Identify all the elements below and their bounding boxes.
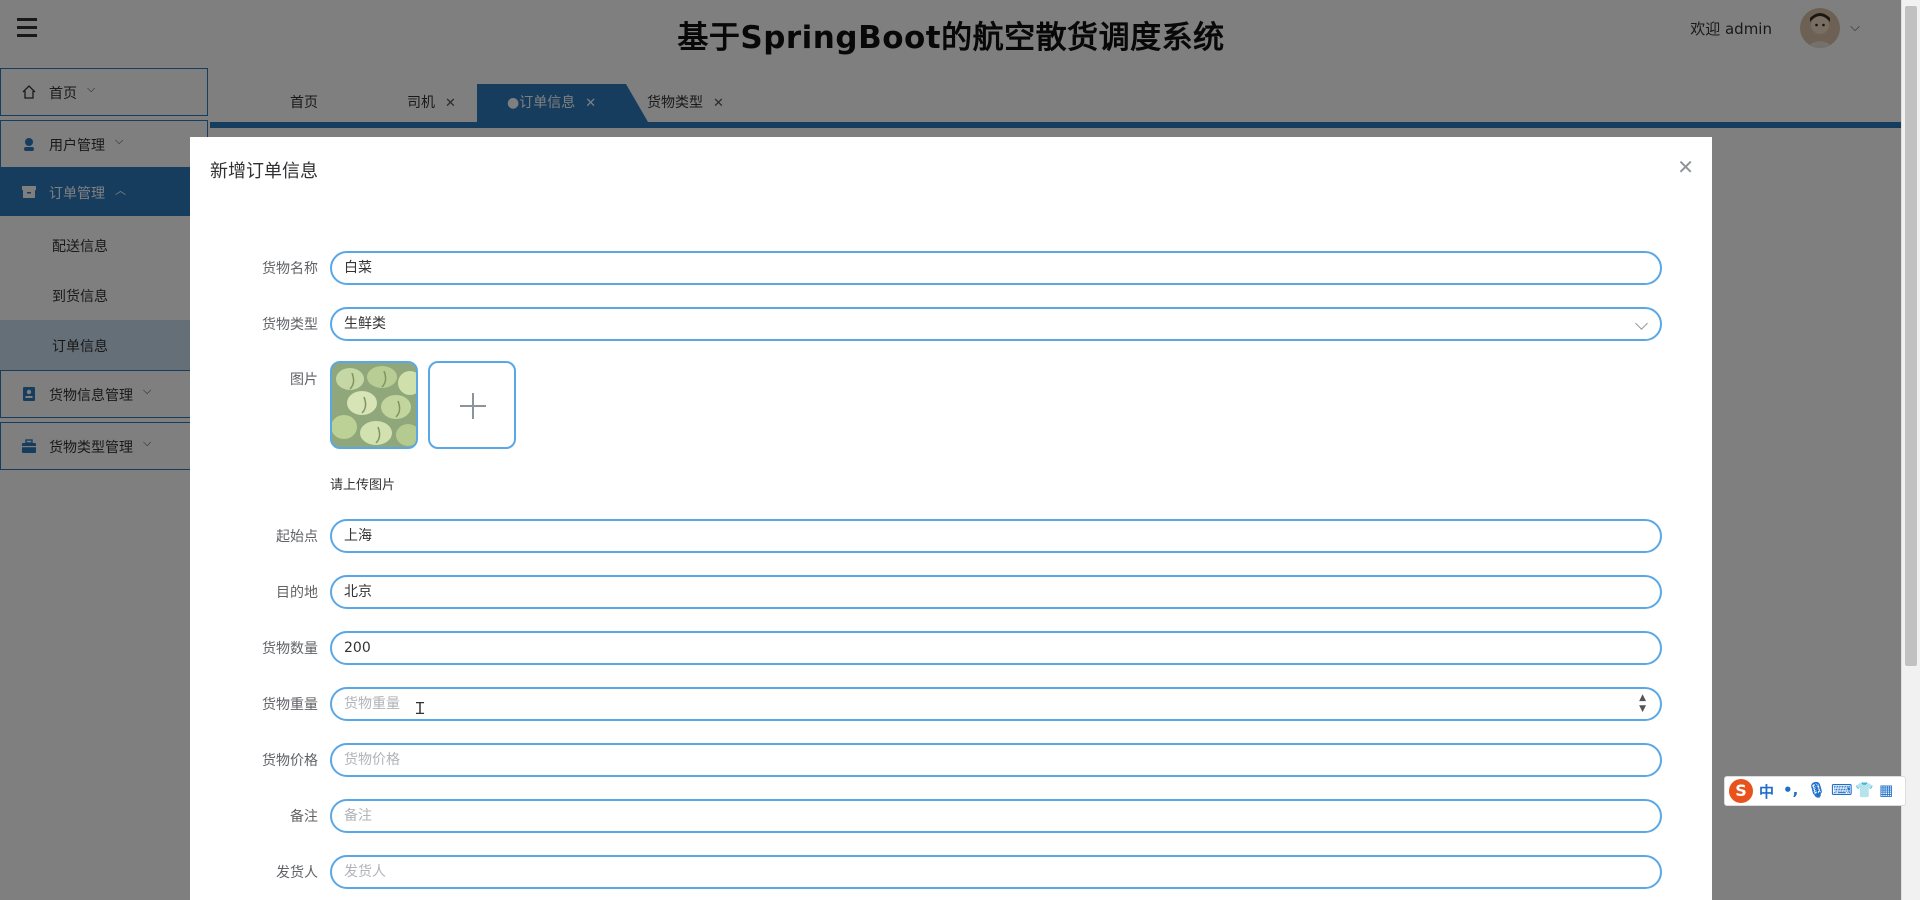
input-value: 上海 (344, 528, 372, 544)
sogou-logo-icon: S (1729, 779, 1753, 803)
sender-label: 发货人 (276, 865, 318, 881)
keyboard-icon[interactable]: ⌨ (1831, 781, 1853, 799)
input-placeholder: 货物价格 (344, 752, 400, 768)
plus-icon (472, 393, 474, 419)
origin-input[interactable]: 上海 (330, 519, 1662, 553)
uploaded-image-thumbnail[interactable] (330, 361, 418, 449)
add-order-dialog: 新增订单信息 ✕ 货物名称 白菜 货物类型 生鲜类 图片 请上传图片 起始点 上… (190, 137, 1712, 900)
origin-label: 起始点 (276, 529, 318, 545)
cargo-type-select[interactable]: 生鲜类 (330, 307, 1662, 341)
destination-input[interactable]: 北京 (330, 575, 1662, 609)
cargo-name-input[interactable]: 白菜 (330, 251, 1662, 285)
input-placeholder: 发货人 (344, 864, 386, 880)
number-stepper[interactable]: ▲ ▼ (1639, 693, 1646, 715)
sender-input[interactable]: 发货人 (330, 855, 1662, 889)
punctuation-icon[interactable]: •, (1783, 781, 1798, 799)
price-label: 货物价格 (262, 753, 318, 769)
text-cursor-icon: Ｉ (412, 699, 429, 718)
price-input[interactable]: 货物价格 (330, 743, 1662, 777)
cargo-name-label: 货物名称 (262, 261, 318, 277)
cabbage-image-icon (332, 363, 416, 447)
input-value: 白菜 (344, 260, 372, 276)
grid-icon[interactable]: ▦ (1879, 781, 1893, 799)
chevron-down-icon (1635, 317, 1648, 330)
skin-icon[interactable]: 👕 (1855, 781, 1874, 799)
image-label: 图片 (290, 372, 318, 388)
note-label: 备注 (290, 809, 318, 825)
quantity-input[interactable]: 200 (330, 631, 1662, 665)
image-upload-button[interactable] (428, 361, 516, 449)
close-icon[interactable]: ✕ (1677, 155, 1694, 179)
destination-label: 目的地 (276, 585, 318, 601)
cargo-type-label: 货物类型 (262, 317, 318, 333)
quantity-label: 货物数量 (262, 641, 318, 657)
note-input[interactable]: 备注 (330, 799, 1662, 833)
upload-tip: 请上传图片 (330, 478, 396, 493)
scrollbar-thumb[interactable] (1905, 6, 1917, 666)
weight-input[interactable]: 货物重量 ▲ ▼ (330, 687, 1662, 721)
ime-mode[interactable]: 中 (1759, 781, 1774, 802)
input-value: 北京 (344, 584, 372, 600)
select-value: 生鲜类 (344, 316, 386, 332)
weight-label: 货物重量 (262, 697, 318, 713)
ime-toolbar[interactable]: S 中 •, 🎙 ⌨ 👕 ▦ (1724, 776, 1906, 806)
input-placeholder: 备注 (344, 808, 372, 824)
input-value: 200 (344, 640, 371, 656)
microphone-icon[interactable]: 🎙 (1807, 781, 1826, 799)
page-scrollbar[interactable] (1901, 0, 1920, 900)
dialog-title: 新增订单信息 (210, 161, 318, 182)
input-placeholder: 货物重量 (344, 696, 400, 712)
